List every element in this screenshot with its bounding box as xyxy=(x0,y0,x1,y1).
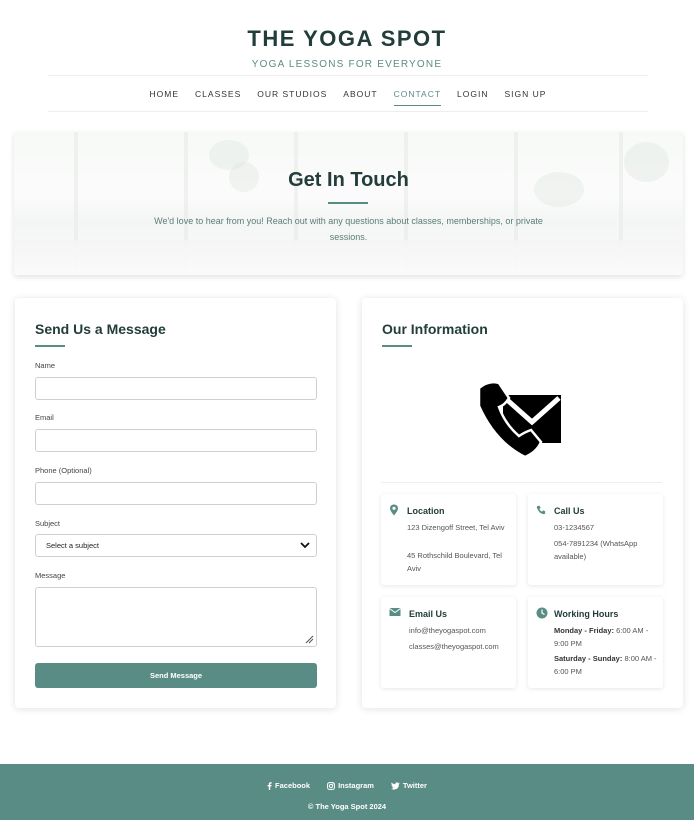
social-links: Facebook Instagram Twitter xyxy=(0,781,694,790)
facebook-link[interactable]: Facebook xyxy=(267,781,310,790)
title-underline xyxy=(382,345,412,347)
nav-classes[interactable]: CLASSES xyxy=(195,85,241,103)
email-title: Email Us xyxy=(409,609,448,619)
hours-title: Working Hours xyxy=(554,609,619,619)
nav-our-studios[interactable]: OUR STUDIOS xyxy=(257,85,327,103)
site-footer: Facebook Instagram Twitter © The Yoga Sp… xyxy=(0,764,694,820)
location-address-2: 45 Rothschild Boulevard, Tel Aviv xyxy=(407,551,502,573)
nav-home[interactable]: HOME xyxy=(150,85,180,103)
page-title: Get In Touch xyxy=(288,169,409,191)
chevron-down-icon xyxy=(300,542,310,549)
message-field[interactable] xyxy=(35,587,317,647)
email-label: Email xyxy=(35,413,54,422)
weekday-hours: Monday - Friday: 6:00 AM - 9:00 PM xyxy=(554,624,659,650)
weekend-label: Saturday - Sunday: xyxy=(554,654,623,663)
location-address-1: 123 Dizengoff Street, Tel Aviv xyxy=(407,523,505,532)
envelope-icon xyxy=(389,608,401,616)
phone-icon xyxy=(536,505,546,515)
message-label: Message xyxy=(35,571,66,580)
location-box: Location 123 Dizengoff Street, Tel Aviv … xyxy=(381,494,516,585)
main-nav: HOME CLASSES OUR STUDIOS ABOUT CONTACT L… xyxy=(48,75,648,112)
twitter-icon xyxy=(390,781,400,790)
weekend-hours: Saturday - Sunday: 8:00 AM - 6:00 PM xyxy=(554,652,659,678)
phone-label: Phone (Optional) xyxy=(35,466,92,475)
location-title: Location xyxy=(407,506,445,516)
twitter-label: Twitter xyxy=(402,781,427,790)
contact-info-card: Our Information Location 123 Dizengoff S… xyxy=(362,298,683,708)
hours-box: Working Hours Monday - Friday: 6:00 AM -… xyxy=(528,597,663,688)
instagram-label: Instagram xyxy=(338,781,374,790)
send-message-button[interactable]: Send Message xyxy=(35,663,317,688)
map-pin-icon xyxy=(390,504,398,516)
email-address-2[interactable]: classes@theyogaspot.com xyxy=(409,640,514,653)
phone-field[interactable] xyxy=(35,482,317,505)
contact-form-card: Send Us a Message Name Email Phone (Opti… xyxy=(15,298,336,708)
subject-select-value: Select a subject xyxy=(46,541,99,550)
facebook-label: Facebook xyxy=(275,781,311,790)
resize-handle-icon[interactable] xyxy=(304,634,314,644)
phone-number-2[interactable]: 054-7891234 (WhatsApp available) xyxy=(554,537,659,563)
clock-icon xyxy=(536,607,548,619)
hero-banner: Get In Touch We'd love to hear from you!… xyxy=(14,132,683,275)
nav-sign-up[interactable]: SIGN UP xyxy=(504,85,546,103)
site-brand[interactable]: THE YOGA SPOT xyxy=(0,26,694,52)
instagram-icon xyxy=(327,781,335,790)
phone-number-1[interactable]: 03-1234567 xyxy=(554,521,659,534)
subject-select[interactable]: Select a subject xyxy=(35,534,317,557)
title-underline xyxy=(35,345,65,347)
divider xyxy=(381,482,662,483)
nav-about[interactable]: ABOUT xyxy=(343,85,377,103)
site-header: THE YOGA SPOT YOGA LESSONS FOR EVERYONE … xyxy=(0,0,694,112)
facebook-icon xyxy=(267,781,272,790)
hero-description: We'd love to hear from you! Reach out wi… xyxy=(154,216,543,242)
nav-login[interactable]: LOGIN xyxy=(457,85,488,103)
handshake-envelope-logo xyxy=(475,378,565,463)
weekday-label: Monday - Friday: xyxy=(554,626,615,635)
form-title: Send Us a Message xyxy=(35,321,166,337)
call-title: Call Us xyxy=(554,506,585,516)
name-label: Name xyxy=(35,361,56,370)
instagram-link[interactable]: Instagram xyxy=(327,781,374,790)
twitter-link[interactable]: Twitter xyxy=(390,781,427,790)
title-underline xyxy=(328,202,368,204)
email-field[interactable] xyxy=(35,429,317,452)
email-box: Email Us info@theyogaspot.com classes@th… xyxy=(381,597,516,688)
copyright: © The Yoga Spot 2024 xyxy=(307,802,387,811)
site-tagline: YOGA LESSONS FOR EVERYONE xyxy=(251,59,443,70)
email-address-1[interactable]: info@theyogaspot.com xyxy=(409,624,514,637)
call-box: Call Us 03-1234567 054-7891234 (WhatsApp… xyxy=(528,494,663,585)
subject-label: Subject xyxy=(35,519,61,528)
nav-contact[interactable]: CONTACT xyxy=(393,85,442,106)
name-field[interactable] xyxy=(35,377,317,400)
info-title: Our Information xyxy=(382,321,488,337)
